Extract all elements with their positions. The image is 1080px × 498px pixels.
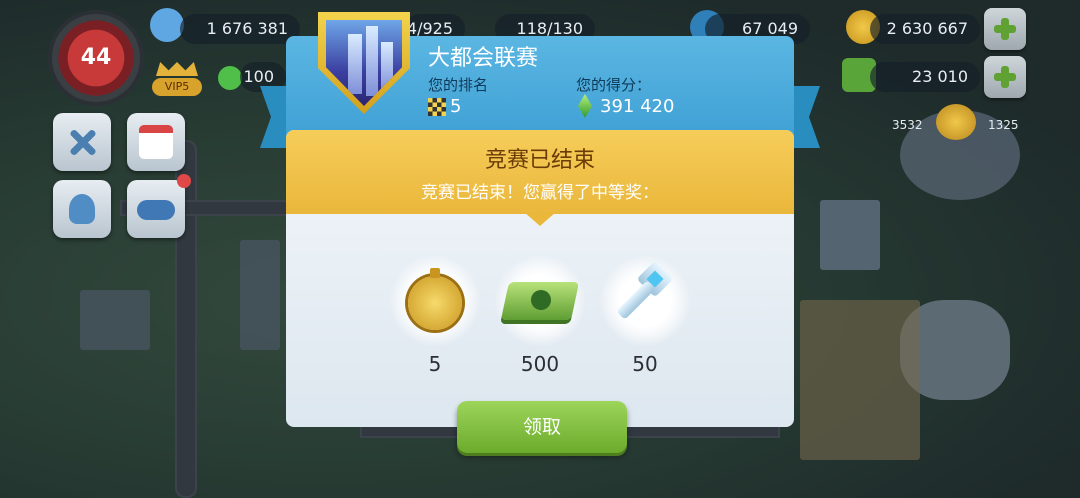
notification-dot — [177, 174, 191, 188]
population-icon — [150, 8, 184, 42]
score-label: 您的得分： — [576, 76, 652, 94]
result-banner: 竞赛已结束 竞赛已结束！您赢得了中等奖： — [286, 130, 794, 214]
vip-label: VIP5 — [152, 78, 202, 96]
gamepad-icon — [137, 200, 175, 220]
vip-badge[interactable]: VIP5 — [152, 62, 202, 100]
map-counter-2: 1325 — [988, 118, 1019, 132]
population-display: 1 676 381 — [180, 14, 300, 44]
reward-simoleon-cash: 500 — [495, 256, 585, 381]
level-value: 44 — [80, 45, 112, 70]
friends-icon — [69, 194, 95, 224]
cash-emblem — [531, 290, 551, 310]
events-calendar-button[interactable] — [127, 113, 185, 171]
simcash-display: 23 010 — [870, 62, 980, 92]
key-icon — [936, 104, 976, 140]
claim-button[interactable]: 领取 — [457, 401, 627, 453]
stopwatch-token-icon — [408, 276, 462, 330]
rank-value: 5 — [450, 96, 462, 117]
reward-qty: 5 — [428, 352, 442, 376]
build-tools-button[interactable] — [53, 113, 111, 171]
contest-title: 大都会联赛 — [428, 46, 539, 71]
player-level-badge[interactable]: 44 — [52, 14, 140, 102]
simcash-gem-icon — [578, 94, 592, 118]
stopwatch-crown — [430, 268, 440, 278]
contest-game-button[interactable] — [127, 174, 191, 238]
simoleons-display: 2 630 667 — [870, 14, 980, 44]
friends-button[interactable] — [53, 180, 111, 238]
checkered-flag-icon — [428, 98, 446, 116]
reward-qty: 500 — [520, 352, 560, 376]
reward-speedup-token: 5 — [390, 256, 480, 381]
add-simcash-button[interactable] — [984, 56, 1026, 98]
score-value: 391 420 — [600, 96, 675, 117]
simcash-value: 23 010 — [912, 67, 968, 86]
add-simoleons-button[interactable] — [984, 8, 1026, 50]
reward-qty: 50 — [632, 352, 658, 376]
map-counter-1: 3532 — [892, 118, 923, 132]
reward-key: 50 — [600, 256, 690, 381]
result-message: 竞赛已结束！您赢得了中等奖： — [421, 183, 659, 203]
calendar-icon — [139, 125, 173, 159]
result-heading: 竞赛已结束 — [484, 148, 595, 173]
population-value: 1 676 381 — [206, 19, 288, 38]
rank-label: 您的排名 — [428, 76, 489, 94]
tower — [381, 42, 393, 92]
simoleons-value: 2 630 667 — [886, 19, 968, 38]
crown-icon — [156, 62, 198, 76]
happiness-icon — [218, 66, 242, 90]
tower — [348, 34, 362, 94]
tower — [366, 26, 378, 96]
